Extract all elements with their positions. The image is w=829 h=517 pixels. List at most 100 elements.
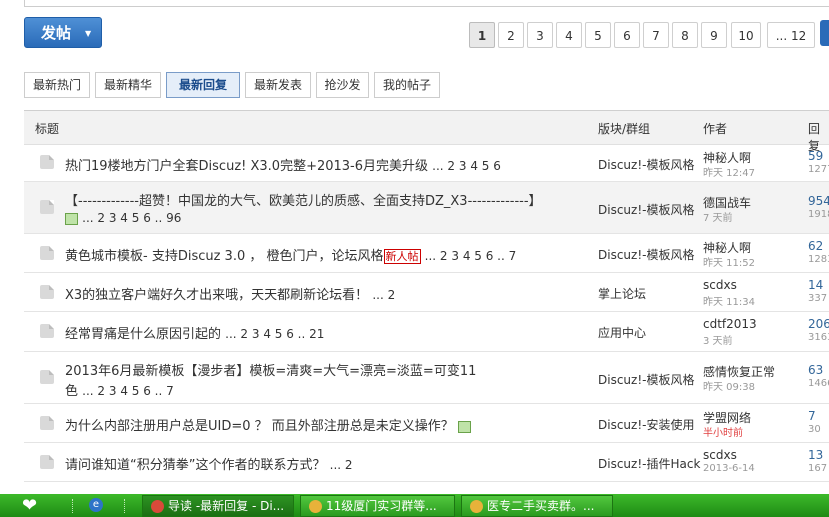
thread-replies[interactable]: 7 (808, 409, 816, 423)
post-button-label: 发帖 (41, 24, 72, 42)
table-row: 为什么内部注册用户总是UID=0 ？ 而且外部注册总是未定义操作？ Discuz… (24, 404, 829, 443)
page-9[interactable]: 9 (701, 22, 727, 48)
table-row: 经常胃痛是什么原因引起的 ... 2 3 4 5 6 .. 21 应用中心 cd… (24, 312, 829, 352)
thread-pages[interactable]: ... 2 3 4 5 6 .. 7 (82, 384, 174, 398)
thread-title[interactable]: 热门19楼地方门户全套Discuz! X3.0完整+2013-6月完美升级 ..… (65, 155, 501, 174)
thread-replies[interactable]: 13 (808, 448, 823, 462)
image-icon (457, 420, 471, 433)
thread-author[interactable]: cdtf2013 (703, 317, 757, 331)
page-6[interactable]: 6 (614, 22, 640, 48)
thread-pages[interactable]: ... 2 3 4 5 6 .. 96 (82, 211, 181, 225)
header-title: 标题 (35, 122, 60, 136)
thread-forum[interactable]: Discuz!-模板风格 (598, 156, 694, 173)
thread-views: 1277 (808, 164, 829, 175)
taskbar-item-browser[interactable]: 导读 -最新回复 - Di... (142, 495, 294, 517)
thread-author[interactable]: scdxs (703, 448, 737, 462)
chrome-icon (151, 500, 164, 513)
thread-forum[interactable]: Discuz!-插件Hack (598, 455, 700, 472)
taskbar-item-qq-group-2[interactable]: 医专二手买卖群。... (461, 495, 613, 517)
thread-replies[interactable]: 206 (808, 317, 829, 331)
chevron-down-icon: ▼ (85, 29, 92, 38)
thread-views: 1466 (808, 378, 829, 389)
thread-forum[interactable]: Discuz!-模板风格 (598, 201, 694, 218)
taskbar-item-qq-group-1[interactable]: 11级厦门实习群等... (300, 495, 455, 517)
thread-pages[interactable]: ... 2 (372, 288, 395, 302)
thread-pages[interactable]: ... 2 3 4 5 6 (432, 159, 501, 173)
ie-icon[interactable]: e (89, 498, 103, 512)
thread-replies[interactable]: 62 (808, 239, 823, 253)
thread-author[interactable]: scdxs (703, 278, 737, 292)
thread-views: 1283 (808, 254, 829, 265)
page-8[interactable]: 8 (672, 22, 698, 48)
thread-icon (40, 200, 54, 214)
thread-replies[interactable]: 14 (808, 278, 823, 292)
post-button[interactable]: 发帖 ▼ (24, 17, 102, 48)
thread-pages[interactable]: ... 2 (330, 458, 353, 472)
thread-replies[interactable]: 954 (808, 194, 829, 208)
tab-hot[interactable]: 最新热门 (24, 72, 90, 98)
thread-title[interactable]: 2013年6月最新模板【漫步者】模板=清爽=大气=漂亮=淡蓝=可变11 (65, 360, 476, 379)
qq-group-icon (470, 500, 483, 513)
thread-title[interactable]: 经常胃痛是什么原因引起的 ... 2 3 4 5 6 .. 21 (65, 323, 324, 342)
tab-latest-post[interactable]: 最新发表 (245, 72, 311, 98)
thread-icon (40, 155, 54, 169)
next-page-button[interactable] (820, 20, 829, 46)
thread-title[interactable]: 【-------------超赞！中国龙的大气、欧美范儿的质感、全面支持DZ_X… (65, 190, 542, 209)
tab-latest-reply[interactable]: 最新回复 (166, 72, 240, 98)
tab-my-threads[interactable]: 我的帖子 (374, 72, 440, 98)
thread-icon (40, 416, 54, 430)
page-3[interactable]: 3 (527, 22, 553, 48)
qq-group-icon (309, 500, 322, 513)
thread-views: 1918 (808, 209, 829, 220)
thread-views: 30 (808, 424, 821, 435)
table-row: 2013年6月最新模板【漫步者】模板=清爽=大气=漂亮=淡蓝=可变11 色 ..… (24, 352, 829, 404)
tab-digest[interactable]: 最新精华 (95, 72, 161, 98)
new-user-badge: 新人帖 (383, 249, 421, 264)
thread-forum[interactable]: Discuz!-模板风格 (598, 246, 694, 263)
thread-title[interactable]: 为什么内部注册用户总是UID=0 ？ 而且外部注册总是未定义操作？ (65, 415, 471, 434)
thread-title-line2: ... 2 3 4 5 6 .. 96 (65, 211, 181, 226)
thread-icon (40, 285, 54, 299)
table-row: X3的独立客户端好久才出来哦，天天都刷新论坛看！ ... 2 掌上论坛 scdx… (24, 273, 829, 312)
thread-forum[interactable]: 掌上论坛 (598, 285, 646, 302)
tab-sofa[interactable]: 抢沙发 (316, 72, 369, 98)
thread-replies[interactable]: 59 (808, 149, 823, 163)
thread-views: 3163 (808, 332, 829, 343)
table-row: 【-------------超赞！中国龙的大气、欧美范儿的质感、全面支持DZ_X… (24, 182, 829, 234)
thread-pages[interactable]: ... 2 3 4 5 6 .. 7 (425, 249, 517, 263)
taskbar-divider (72, 499, 76, 513)
thread-time: 2013-6-14 (703, 463, 755, 474)
thread-time: 昨天 09:38 (703, 382, 755, 393)
image-icon (65, 212, 78, 225)
page-7[interactable]: 7 (643, 22, 669, 48)
thread-views: 167 (808, 463, 828, 474)
page-2[interactable]: 2 (498, 22, 524, 48)
thread-time: 7 天前 (703, 213, 733, 224)
thread-title[interactable]: X3的独立客户端好久才出来哦，天天都刷新论坛看！ ... 2 (65, 284, 395, 303)
thread-replies[interactable]: 63 (808, 363, 823, 377)
thread-time: 3 天前 (703, 336, 733, 347)
thread-pages[interactable]: ... 2 3 4 5 6 .. 21 (225, 327, 324, 341)
table-row: 热门19楼地方门户全套Discuz! X3.0完整+2013-6月完美升级 ..… (24, 143, 829, 182)
thread-forum[interactable]: Discuz!-安装使用 (598, 416, 694, 433)
page-1[interactable]: 1 (469, 22, 495, 48)
table-row: 黄色城市模板- 支持Discuz 3.0 ， 橙色门户，论坛风格 新人帖 ... … (24, 234, 829, 273)
page-4[interactable]: 4 (556, 22, 582, 48)
thread-title-line2: 色 ... 2 3 4 5 6 .. 7 (65, 384, 174, 399)
thread-icon (40, 246, 54, 260)
thread-time: 昨天 11:34 (703, 297, 755, 308)
thread-forum[interactable]: Discuz!-模板风格 (598, 371, 694, 388)
taskbar: ❤ e 导读 -最新回复 - Di... 11级厦门实习群等... 医专二手买卖… (0, 494, 829, 517)
thread-title[interactable]: 黄色城市模板- 支持Discuz 3.0 ， 橙色门户，论坛风格 新人帖 ... … (65, 245, 516, 264)
thread-icon (40, 370, 54, 384)
thread-icon (40, 455, 54, 469)
thread-time: 昨天 11:52 (703, 258, 755, 269)
thread-title[interactable]: 请问谁知道“积分猜拳”这个作者的联系方式？ ... 2 (65, 454, 353, 473)
page-5[interactable]: 5 (585, 22, 611, 48)
page-10[interactable]: 10 (731, 22, 761, 48)
taskbar-divider (124, 499, 128, 513)
heart-icon[interactable]: ❤ (22, 497, 48, 515)
thread-forum[interactable]: 应用中心 (598, 324, 646, 341)
page-last[interactable]: ... 12 (767, 22, 815, 48)
thread-icon (40, 324, 54, 338)
